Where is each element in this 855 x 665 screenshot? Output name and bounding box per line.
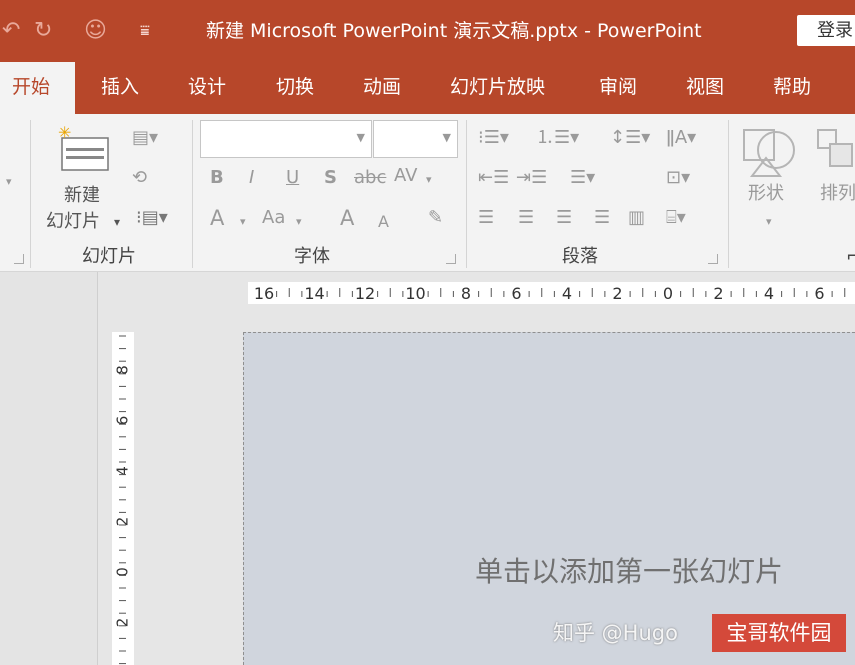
group-label-paragraph: 段落	[562, 246, 598, 267]
group-separator	[728, 120, 729, 268]
ruler-label: 8	[461, 284, 471, 303]
horizontal-ruler: 16 14 12 10 8 6 4 2 0 2 4 6	[248, 282, 855, 304]
tab-design[interactable]: 设计	[188, 74, 226, 100]
change-case-button[interactable]: Aa	[262, 206, 285, 230]
smartart-icon[interactable]: ⌸▾	[666, 206, 686, 230]
ruler-label: 2	[612, 284, 622, 303]
customize-quick-access-icon[interactable]: ⩸	[140, 18, 150, 44]
font-dialog-launcher-icon[interactable]	[446, 254, 456, 264]
new-slide-label-line1[interactable]: 新建	[64, 184, 100, 208]
numbering-icon[interactable]: ⒈☰▾	[536, 126, 579, 150]
tab-home[interactable]: 开始	[0, 62, 75, 114]
chevron-down-icon[interactable]: ▾	[766, 210, 772, 234]
arrange-icon[interactable]	[816, 126, 855, 170]
shrink-font-button[interactable]: A	[378, 210, 389, 234]
presenter-icon[interactable]: ☺	[84, 18, 107, 44]
chevron-down-icon[interactable]: ▾	[296, 210, 302, 234]
tab-transitions[interactable]: 切换	[276, 74, 314, 100]
ruler-label: 2	[713, 284, 723, 303]
chevron-down-icon: ▼	[356, 131, 365, 144]
clear-formatting-icon[interactable]: ✎	[428, 206, 443, 230]
align-left-icon[interactable]: ☰	[478, 206, 494, 230]
tab-slideshow[interactable]: 幻灯片放映	[450, 74, 545, 100]
character-spacing-button[interactable]: AV	[394, 164, 417, 188]
ruler-label: 6	[511, 284, 521, 303]
line-spacing-icon[interactable]: ↕☰▾	[610, 126, 650, 150]
strikethrough-button[interactable]: abc	[354, 166, 386, 190]
paragraph-dialog-launcher-icon[interactable]	[708, 254, 718, 264]
tab-animations[interactable]: 动画	[363, 74, 401, 100]
slide-thumbnails-pane[interactable]	[0, 272, 98, 665]
window-title: 新建 Microsoft PowerPoint 演示文稿.pptx - Powe…	[206, 20, 702, 42]
shapes-icon[interactable]	[740, 124, 800, 184]
decrease-indent-icon[interactable]: ⇤☰	[478, 166, 509, 190]
align-right-icon[interactable]: ☰	[556, 206, 572, 230]
login-button[interactable]: 登录	[797, 15, 855, 46]
clipboard-dropdown-icon[interactable]: ▾	[6, 170, 12, 194]
group-separator	[30, 120, 31, 268]
shadow-button[interactable]: S	[324, 166, 337, 190]
distributed-icon[interactable]: ▥	[628, 206, 645, 230]
vertical-ruler: 864202	[112, 332, 134, 665]
justify-icon[interactable]: ☰	[594, 206, 610, 230]
group-label-drawing-partial: ⌐	[846, 246, 855, 267]
font-size-combo[interactable]: ▼	[373, 120, 458, 158]
tab-review[interactable]: 审阅	[599, 74, 637, 100]
grow-font-button[interactable]: A	[340, 206, 354, 230]
italic-button[interactable]: I	[249, 166, 254, 190]
chevron-down-icon[interactable]: ▾	[240, 210, 246, 234]
tab-insert[interactable]: 插入	[101, 74, 139, 100]
title-bar: ↶ ↻ ☺ ⩸ 新建 Microsoft PowerPoint 演示文稿.ppt…	[0, 0, 855, 62]
layout-icon[interactable]: ▤▾	[132, 126, 158, 150]
ruler-label: 12	[355, 284, 375, 303]
ribbon: ▾ ✳ 新建 幻灯片 ▾ ▤▾ ⟲ ⁝▤▾ 幻灯片 ▼ ▼ B I U S ab…	[0, 114, 855, 272]
ruler-label: 0	[663, 284, 673, 303]
reset-icon[interactable]: ⟲	[132, 166, 147, 190]
ruler-label: 4	[562, 284, 572, 303]
ruler-label: 4	[764, 284, 774, 303]
watermark-text: 知乎 @Hugo	[553, 621, 678, 645]
align-text-icon[interactable]: ⊡▾	[666, 166, 690, 190]
ruler-label: 10	[405, 284, 425, 303]
group-separator	[466, 120, 467, 268]
new-slide-dropdown-icon[interactable]: ▾	[114, 210, 120, 234]
svg-text:✳: ✳	[58, 124, 71, 142]
arrange-button-label[interactable]: 排列	[820, 182, 855, 206]
slide-placeholder-text[interactable]: 单击以添加第一张幻灯片	[475, 554, 783, 590]
tab-help[interactable]: 帮助	[773, 74, 811, 100]
text-direction-icon[interactable]: ǁA▾	[666, 126, 696, 150]
ruler-label: 16	[254, 284, 274, 303]
undo-icon[interactable]: ↶	[2, 18, 20, 44]
tab-view[interactable]: 视图	[686, 74, 724, 100]
redo-icon[interactable]: ↻	[34, 18, 52, 44]
group-separator	[192, 120, 193, 268]
ribbon-tab-bar: 开始 插入 设计 切换 动画 幻灯片放映 审阅 视图 帮助	[0, 62, 855, 114]
new-slide-label-line2[interactable]: 幻灯片	[46, 210, 100, 234]
font-color-button[interactable]: A	[210, 206, 224, 230]
ruler-label: 6	[814, 284, 824, 303]
group-label-slides: 幻灯片	[82, 246, 136, 267]
bold-button[interactable]: B	[210, 166, 224, 190]
clipboard-dialog-launcher-icon[interactable]	[14, 254, 24, 264]
font-name-combo[interactable]: ▼	[200, 120, 372, 158]
new-slide-icon[interactable]: ✳	[56, 124, 112, 172]
watermark-badge: 宝哥软件园	[712, 614, 846, 652]
align-center-icon[interactable]: ☰	[518, 206, 534, 230]
chevron-down-icon: ▼	[442, 131, 451, 144]
shapes-button-label[interactable]: 形状	[748, 182, 784, 206]
increase-indent-icon[interactable]: ⇥☰	[516, 166, 547, 190]
group-label-font: 字体	[294, 246, 330, 267]
section-icon[interactable]: ⁝▤▾	[136, 206, 168, 230]
ruler-label: 14	[304, 284, 324, 303]
underline-button[interactable]: U	[286, 166, 299, 190]
columns-icon[interactable]: ☰▾	[570, 166, 595, 190]
chevron-down-icon[interactable]: ▾	[426, 168, 432, 192]
bullets-icon[interactable]: ⁝☰▾	[478, 126, 509, 150]
